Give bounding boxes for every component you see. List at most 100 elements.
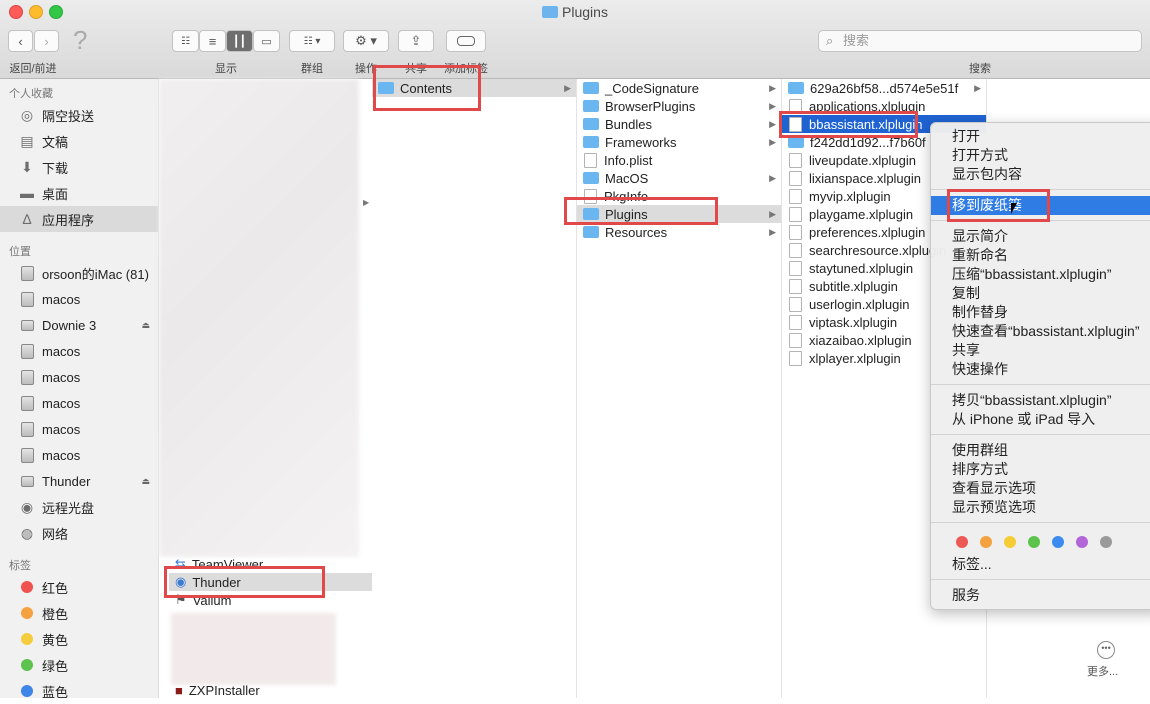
list-item[interactable]: Info.plist bbox=[577, 151, 781, 169]
chevron-left-icon: ‹ bbox=[18, 33, 23, 49]
menu-item-duplicate[interactable]: 复制 bbox=[931, 284, 1150, 303]
folder-icon bbox=[583, 82, 599, 94]
gallery-view-button[interactable]: ▭ bbox=[253, 30, 280, 52]
list-item[interactable]: MacOS ▶ bbox=[577, 169, 781, 187]
list-item[interactable]: Resources ▶ bbox=[577, 223, 781, 241]
help-icon[interactable]: ? bbox=[73, 25, 87, 56]
eject-icon[interactable]: ⏏ bbox=[141, 476, 150, 487]
file-icon bbox=[789, 170, 802, 186]
sidebar-item-label: 应用程序 bbox=[42, 212, 95, 228]
green-tag-dot[interactable] bbox=[1028, 536, 1040, 548]
menu-item-use-groups[interactable]: 使用群组 bbox=[931, 441, 1150, 460]
forward-button[interactable]: › bbox=[34, 30, 59, 52]
orange-tag-dot[interactable] bbox=[980, 536, 992, 548]
sidebar-item-macos[interactable]: macos bbox=[0, 338, 158, 364]
more-icon[interactable]: ••• bbox=[1097, 641, 1115, 659]
yellow-tag-dot[interactable] bbox=[1004, 536, 1016, 548]
sidebar-tag-blue[interactable]: 蓝色 bbox=[0, 678, 158, 704]
menu-item-share[interactable]: 共享 bbox=[931, 341, 1150, 360]
applications-icon: ∆ bbox=[22, 211, 32, 227]
eject-icon[interactable]: ⏏ bbox=[141, 320, 150, 331]
list-item[interactable]: Frameworks ▶ bbox=[577, 133, 781, 151]
menu-item-view-options[interactable]: 查看显示选项 bbox=[931, 479, 1150, 498]
sidebar-item-macos[interactable]: macos bbox=[0, 442, 158, 468]
sidebar-item-documents[interactable]: ▤ 文稿 bbox=[0, 128, 158, 154]
column-view-button[interactable]: ┃┃ bbox=[226, 30, 253, 52]
sidebar-item-macos[interactable]: macos bbox=[0, 416, 158, 442]
menu-item-show-package-contents[interactable]: 显示包内容 bbox=[931, 165, 1150, 184]
drive-icon bbox=[19, 317, 35, 333]
menu-separator bbox=[931, 579, 1150, 580]
item-label: lixianspace.xlplugin bbox=[809, 170, 922, 186]
menu-item-compress[interactable]: 压缩“bbassistant.xlplugin” bbox=[931, 265, 1150, 284]
action-button[interactable]: ⚙ ▾ bbox=[343, 30, 389, 52]
sidebar-item-imac[interactable]: orsoon的iMac (81) bbox=[0, 260, 158, 286]
sidebar-item-downloads[interactable]: ⬇ 下载 bbox=[0, 154, 158, 180]
app-icon: ■ bbox=[175, 682, 183, 698]
menu-item-preview-options[interactable]: 显示预览选项 bbox=[931, 498, 1150, 517]
list-item[interactable]: Bundles ▶ bbox=[577, 115, 781, 133]
sidebar-item-downie[interactable]: Downie 3 ⏏ bbox=[0, 312, 158, 338]
menu-item-sort-by[interactable]: 排序方式 bbox=[931, 460, 1150, 479]
list-item[interactable]: ■ ZXPInstaller bbox=[169, 681, 372, 699]
sidebar-item-desktop[interactable]: ▬ 桌面 bbox=[0, 180, 158, 206]
annotation-box-contents bbox=[373, 65, 481, 111]
sidebar-item-applications[interactable]: ∆ 应用程序 bbox=[0, 206, 158, 232]
columns-icon: ┃┃ bbox=[232, 35, 247, 48]
group-button[interactable]: ☷ ▾ bbox=[289, 30, 335, 52]
downloads-icon: ⬇ bbox=[21, 158, 33, 175]
gray-tag-dot[interactable] bbox=[1100, 536, 1112, 548]
icon-view-button[interactable]: ☷ bbox=[172, 30, 199, 52]
blue-tag-dot[interactable] bbox=[1052, 536, 1064, 548]
more-label[interactable]: 更多... bbox=[1087, 663, 1118, 679]
group-label: 群组 bbox=[301, 63, 323, 75]
sidebar-item-macos[interactable]: macos bbox=[0, 364, 158, 390]
sidebar-item-macos[interactable]: macos bbox=[0, 286, 158, 312]
menu-item-copy[interactable]: 拷贝“bbassistant.xlplugin” bbox=[931, 391, 1150, 410]
sidebar-item-thunder[interactable]: Thunder ⏏ bbox=[0, 468, 158, 494]
sidebar-item-label: 文稿 bbox=[42, 134, 69, 150]
menu-item-services[interactable]: 服务 bbox=[931, 586, 1150, 605]
sidebar-item-remote-disc[interactable]: ◉ 远程光盘 bbox=[0, 494, 158, 520]
menu-item-import-from-iphone[interactable]: 从 iPhone 或 iPad 导入 bbox=[931, 410, 1150, 429]
disk-icon bbox=[19, 369, 35, 385]
file-icon bbox=[789, 224, 802, 240]
menu-item-rename[interactable]: 重新命名 bbox=[931, 246, 1150, 265]
purple-tag-dot[interactable] bbox=[1076, 536, 1088, 548]
item-label: playgame.xlplugin bbox=[809, 206, 914, 222]
folder-icon bbox=[788, 82, 804, 94]
sidebar-item-network[interactable]: ◍ 网络 bbox=[0, 520, 158, 546]
item-label: searchresource.xlplugin bbox=[809, 242, 947, 258]
search-input[interactable]: ⌕ 搜索 bbox=[818, 30, 1142, 52]
red-tag-dot[interactable] bbox=[956, 536, 968, 548]
group-icon: ☷ ▾ bbox=[303, 35, 321, 47]
tags-button[interactable] bbox=[446, 30, 486, 52]
menu-item-quick-actions[interactable]: 快速操作 bbox=[931, 360, 1150, 379]
sidebar-item-macos[interactable]: macos bbox=[0, 390, 158, 416]
sidebar-item-label: macos bbox=[42, 369, 81, 385]
sidebar-tag-red[interactable]: 红色 bbox=[0, 574, 158, 600]
disk-icon bbox=[19, 291, 35, 307]
menu-item-get-info[interactable]: 显示简介 bbox=[931, 227, 1150, 246]
sidebar-item-airdrop[interactable]: ◎ 隔空投送 bbox=[0, 102, 158, 128]
sidebar-tag-yellow[interactable]: 黄色 bbox=[0, 626, 158, 652]
back-button[interactable]: ‹ bbox=[8, 30, 33, 52]
disk-icon bbox=[19, 421, 35, 437]
list-item[interactable]: _CodeSignature ▶ bbox=[577, 79, 781, 97]
menu-item-quick-look[interactable]: 快速查看“bbassistant.xlplugin” bbox=[931, 322, 1150, 341]
menu-item-make-alias[interactable]: 制作替身 bbox=[931, 303, 1150, 322]
sidebar-item-label: macos bbox=[42, 421, 81, 437]
sidebar-tag-green[interactable]: 绿色 bbox=[0, 652, 158, 678]
list-item[interactable]: BrowserPlugins ▶ bbox=[577, 97, 781, 115]
list-view-button[interactable]: ≡ bbox=[199, 30, 226, 52]
share-button[interactable]: ⇪ bbox=[398, 30, 434, 52]
folder-icon bbox=[583, 100, 599, 112]
list-item[interactable]: 629a26bf58...d574e5e51f ▶ bbox=[782, 79, 986, 97]
toolbar: Plugins ‹ › ? 返回/前进 ☷ ≡ ┃┃ ▭ 显示 ☷ ▾ 群组 ⚙… bbox=[0, 0, 1150, 79]
column-thunder: Contents ▶ bbox=[372, 79, 577, 698]
menu-item-tags[interactable]: 标签... bbox=[931, 555, 1150, 574]
item-label: xiazaibao.xlplugin bbox=[809, 332, 912, 348]
menu-item-open[interactable]: 打开 bbox=[931, 127, 1150, 146]
sidebar-tag-orange[interactable]: 橙色 bbox=[0, 600, 158, 626]
menu-item-open-with[interactable]: 打开方式 bbox=[931, 146, 1150, 165]
